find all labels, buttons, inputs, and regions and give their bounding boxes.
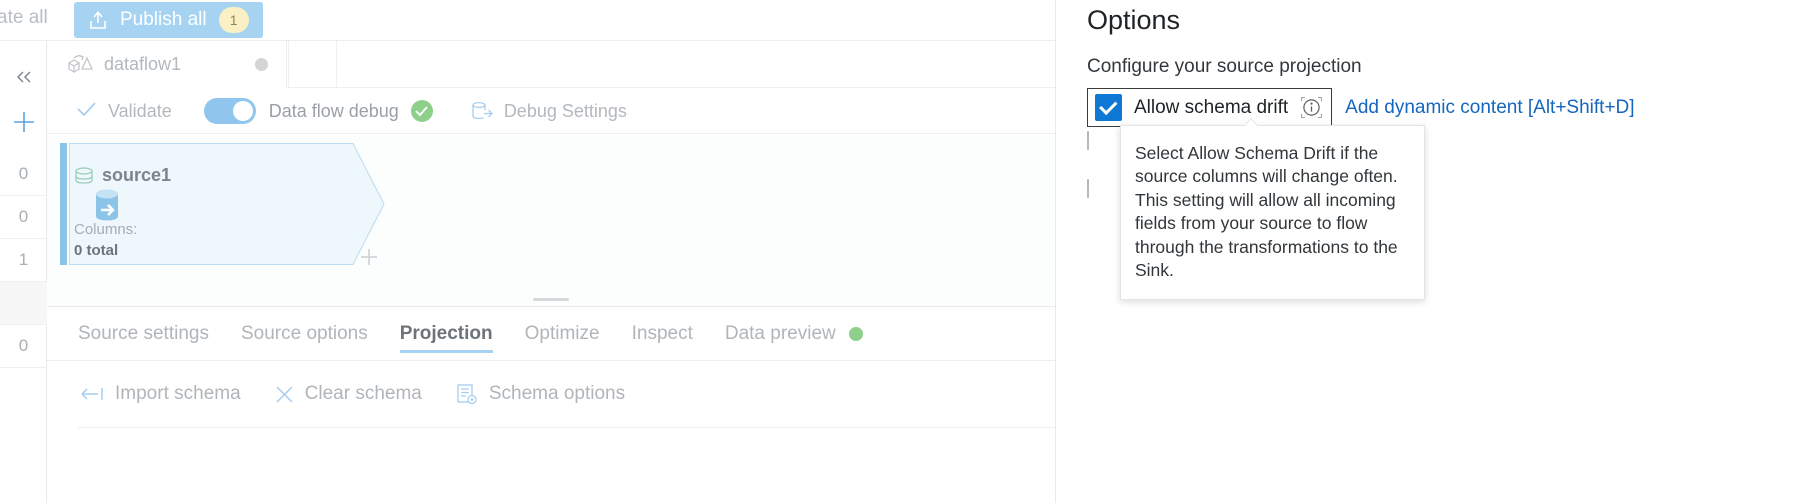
database-export-icon bbox=[471, 101, 493, 121]
splitter-grip bbox=[533, 298, 569, 301]
extra-option-row-2[interactable] bbox=[1087, 179, 1089, 198]
app-window: lidate all Publish all 1 0 0 1 0 bbox=[0, 0, 1794, 503]
data-preview-status-dot bbox=[848, 326, 863, 341]
close-x-icon bbox=[275, 385, 294, 404]
tab-label: Optimize bbox=[524, 322, 600, 344]
import-schema-button[interactable]: Import schema bbox=[80, 383, 241, 405]
tab-source-settings[interactable]: Source settings bbox=[78, 307, 209, 360]
source-node[interactable]: source1 Columns: 0 total bbox=[60, 143, 385, 265]
validate-button[interactable]: Validate bbox=[76, 101, 172, 122]
schema-toolbar: Import schema Clear schema Schema option… bbox=[47, 361, 1055, 427]
dataflow-tab[interactable]: dataflow1 bbox=[47, 41, 287, 88]
add-transformation-button[interactable] bbox=[360, 248, 378, 270]
node-columns-value: 0 total bbox=[74, 242, 119, 259]
sidebar-count-1[interactable]: 0 bbox=[0, 196, 47, 239]
allow-schema-drift-label: Allow schema drift bbox=[1134, 96, 1289, 118]
schema-toolbar-underline bbox=[78, 427, 1055, 428]
node-title: source1 bbox=[74, 165, 171, 186]
dataflow-action-row: Validate Data flow debug Debug Settings bbox=[47, 89, 1055, 134]
sidebar-count-2[interactable]: 1 bbox=[0, 239, 47, 282]
source-database-icon bbox=[91, 188, 123, 224]
dataflow-icon bbox=[65, 53, 94, 77]
node-arrow-shape bbox=[331, 143, 385, 265]
tab-label: Source settings bbox=[78, 322, 209, 344]
tab-label: Projection bbox=[399, 322, 493, 344]
tab-inspect[interactable]: Inspect bbox=[632, 307, 693, 360]
node-name-label: source1 bbox=[102, 165, 172, 185]
data-flow-debug-toggle[interactable] bbox=[203, 98, 256, 124]
checkmark-icon bbox=[76, 101, 97, 121]
dataflow-status-dot bbox=[255, 58, 268, 71]
sidebar-count-0[interactable]: 0 bbox=[0, 153, 47, 196]
node-accent-bar bbox=[60, 143, 67, 265]
upload-icon bbox=[88, 9, 108, 31]
allow-schema-drift-checkbox[interactable] bbox=[1095, 94, 1122, 121]
options-panel: Options Configure your source projection… bbox=[1055, 0, 1794, 503]
dataflow-editor-area: lidate all Publish all 1 0 0 1 0 bbox=[0, 0, 1055, 503]
add-dynamic-content-link[interactable]: Add dynamic content [Alt+Shift+D] bbox=[1345, 97, 1634, 119]
tab-projection[interactable]: Projection bbox=[399, 307, 493, 360]
add-resource-button[interactable] bbox=[0, 103, 47, 141]
node-columns-label: Columns: bbox=[74, 221, 138, 238]
debug-settings-label: Debug Settings bbox=[503, 100, 627, 121]
toggle-knob bbox=[232, 101, 253, 121]
import-schema-label: Import schema bbox=[115, 383, 241, 404]
sidebar-count-4[interactable]: 0 bbox=[0, 325, 47, 368]
schema-options-label: Schema options bbox=[488, 383, 626, 404]
schema-drift-tooltip: Select Allow Schema Drift if the source … bbox=[1120, 125, 1425, 300]
debug-settings-button[interactable]: Debug Settings bbox=[471, 101, 627, 122]
publish-count-badge: 1 bbox=[218, 7, 249, 33]
tab-source-options[interactable]: Source options bbox=[241, 307, 368, 360]
panel-subtitle: Configure your source projection bbox=[1087, 56, 1362, 77]
collapse-sidebar-button[interactable] bbox=[0, 61, 47, 93]
tab-label: Inspect bbox=[631, 322, 693, 344]
tab-data-preview[interactable]: Data preview bbox=[725, 307, 863, 360]
clear-schema-label: Clear schema bbox=[304, 383, 422, 404]
panel-splitter[interactable] bbox=[47, 295, 1055, 306]
tooltip-arrow bbox=[1244, 117, 1261, 126]
validate-all-button[interactable]: lidate all bbox=[0, 7, 48, 29]
settings-tab-bar: Source settings Source options Projectio… bbox=[47, 307, 1055, 360]
tab-optimize[interactable]: Optimize bbox=[525, 307, 600, 360]
dataflow-tab-strip: dataflow1 bbox=[47, 41, 1055, 88]
extra-option-row-1[interactable] bbox=[1087, 131, 1089, 150]
publish-all-button[interactable]: Publish all 1 bbox=[74, 2, 263, 38]
clear-schema-button[interactable]: Clear schema bbox=[275, 383, 422, 405]
extra-option-checkbox-1[interactable] bbox=[1087, 131, 1089, 150]
info-circle-icon[interactable] bbox=[1300, 96, 1323, 119]
tab-label: Data preview bbox=[724, 322, 836, 344]
allow-schema-drift-row: Allow schema drift Add dynamic content [… bbox=[1087, 88, 1635, 127]
sidebar-count-3[interactable] bbox=[0, 282, 47, 325]
data-flow-debug-label: Data flow debug bbox=[268, 100, 399, 121]
node-body bbox=[136, 143, 335, 265]
tab-label: Source options bbox=[240, 322, 368, 344]
tab-strip-divider bbox=[336, 41, 337, 88]
import-arrow-icon bbox=[80, 386, 104, 402]
database-stack-icon bbox=[74, 166, 94, 185]
dataflow-tab-label: dataflow1 bbox=[104, 54, 182, 74]
dataflow-canvas[interactable]: source1 Columns: 0 total bbox=[47, 135, 1055, 302]
command-bar: lidate all Publish all 1 bbox=[0, 0, 1055, 40]
validate-label: Validate bbox=[108, 100, 172, 121]
publish-all-label: Publish all bbox=[120, 9, 207, 30]
tab-divider bbox=[288, 41, 289, 88]
tooltip-text: Select Allow Schema Drift if the source … bbox=[1135, 143, 1398, 281]
schema-options-icon bbox=[456, 383, 478, 405]
left-mini-sidebar: 0 0 1 0 bbox=[0, 41, 47, 503]
extra-option-checkbox-2[interactable] bbox=[1087, 179, 1089, 198]
allow-schema-drift-control[interactable]: Allow schema drift bbox=[1087, 88, 1333, 127]
success-check-icon bbox=[410, 100, 433, 122]
panel-title: Options bbox=[1087, 5, 1181, 35]
schema-options-button[interactable]: Schema options bbox=[456, 383, 625, 405]
